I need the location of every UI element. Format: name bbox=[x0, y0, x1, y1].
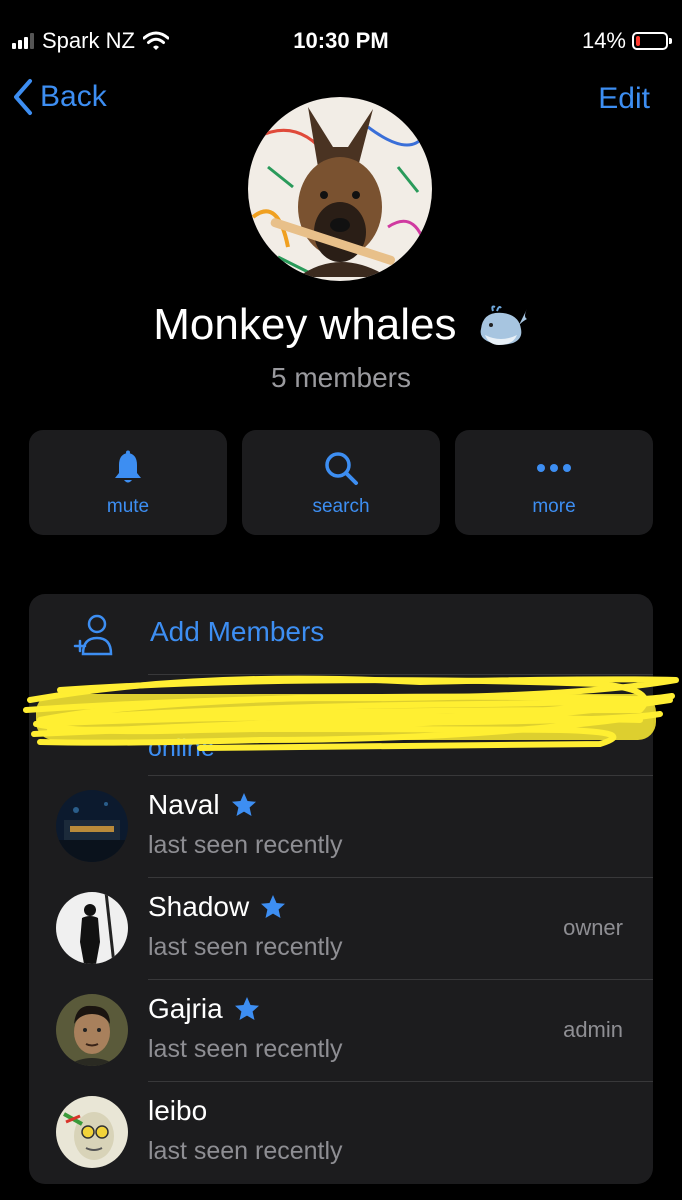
group-name: Monkey whales bbox=[153, 300, 457, 349]
member-status: last seen recently bbox=[148, 1035, 343, 1063]
bell-icon bbox=[115, 450, 141, 483]
member-name-text: Gajria bbox=[148, 993, 223, 1024]
member-name: Naval bbox=[148, 789, 258, 821]
add-members-button[interactable]: Add Members bbox=[29, 594, 653, 674]
add-members-label: Add Members bbox=[150, 616, 325, 647]
battery-icon bbox=[632, 32, 672, 50]
member-name: Gajria bbox=[148, 993, 261, 1025]
member-name-text: Naval bbox=[148, 789, 220, 820]
star-icon bbox=[231, 793, 256, 816]
status-bar: Spark NZ 10:30 PM 14% bbox=[0, 0, 682, 80]
avatar bbox=[56, 892, 128, 964]
member-row-gajria[interactable]: Gajria last seen recently admin bbox=[29, 979, 653, 1081]
member-status: last seen recently bbox=[148, 1137, 343, 1165]
mute-label: mute bbox=[106, 496, 150, 517]
member-status: last seen recently bbox=[148, 831, 343, 859]
member-row-shadow[interactable]: Shadow last seen recently owner bbox=[29, 877, 653, 979]
star-icon bbox=[234, 997, 259, 1020]
search-label: search bbox=[312, 496, 370, 517]
search-icon bbox=[325, 452, 358, 485]
member-name: Shadow bbox=[148, 891, 287, 923]
redacted-member-row[interactable]: online bbox=[29, 674, 653, 776]
member-status: last seen recently bbox=[148, 933, 343, 961]
member-row-naval[interactable]: Naval last seen recently bbox=[29, 775, 653, 877]
add-user-icon bbox=[73, 614, 113, 656]
member-role: admin bbox=[563, 1017, 623, 1042]
more-button[interactable]: more bbox=[455, 430, 653, 535]
member-status: online bbox=[148, 734, 215, 762]
group-avatar[interactable] bbox=[248, 97, 432, 281]
chevron-left-icon bbox=[14, 79, 32, 115]
edit-button[interactable]: Edit bbox=[598, 82, 650, 116]
battery-percent: 14% bbox=[581, 28, 626, 53]
avatar bbox=[56, 1096, 128, 1168]
group-title: Monkey whales bbox=[0, 300, 682, 350]
member-count: 5 members bbox=[270, 362, 412, 393]
avatar bbox=[56, 994, 128, 1066]
status-right: 14% bbox=[581, 28, 672, 54]
more-icon bbox=[537, 464, 571, 472]
avatar bbox=[56, 790, 128, 862]
member-name-text: leibo bbox=[148, 1095, 208, 1126]
member-name-text: Shadow bbox=[148, 891, 250, 922]
members-list: Add Members online Naval last seen recen… bbox=[29, 594, 653, 1184]
mute-button[interactable]: mute bbox=[29, 430, 227, 535]
member-row-leibo[interactable]: leibo last seen recently bbox=[29, 1081, 653, 1183]
more-label: more bbox=[532, 496, 576, 517]
star-icon bbox=[261, 895, 286, 918]
back-label: Back bbox=[40, 80, 107, 113]
member-name: leibo bbox=[148, 1095, 207, 1127]
search-button[interactable]: search bbox=[242, 430, 440, 535]
whale-emoji-icon bbox=[480, 305, 527, 346]
clock: 10:30 PM bbox=[293, 28, 389, 53]
back-button[interactable]: Back bbox=[12, 78, 107, 116]
member-role: owner bbox=[563, 915, 623, 940]
battery-fill bbox=[636, 36, 640, 46]
